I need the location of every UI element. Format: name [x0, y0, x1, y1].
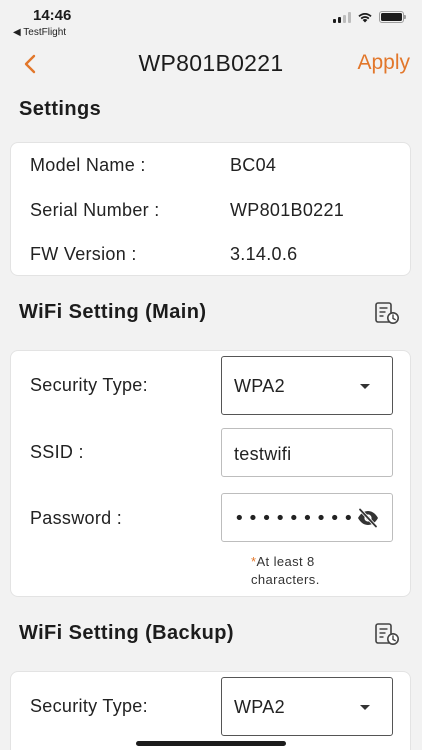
model-name-label: Model Name : — [30, 155, 146, 175]
security-type-label: Security Type: — [30, 375, 148, 395]
hint-line-1: At least 8 — [256, 554, 315, 569]
battery-icon — [379, 11, 406, 23]
history-list-icon[interactable] — [374, 622, 400, 646]
wifi-icon — [358, 13, 372, 23]
ssid-value: testwifi — [234, 444, 292, 464]
wifi-backup-section-title: WiFi Setting (Backup) — [19, 622, 234, 644]
security-type-select[interactable]: WPA2 — [221, 356, 393, 415]
wifi-main-section-title: WiFi Setting (Main) — [19, 301, 207, 323]
password-value: ••••••••• — [234, 508, 357, 529]
settings-section-title: Settings — [19, 98, 102, 120]
eye-off-icon[interactable] — [356, 507, 380, 529]
wifi-main-card: Security Type: WPA2 SSID : testwifi Pass… — [10, 350, 411, 597]
password-hint: *At least 8 characters. — [251, 553, 320, 589]
fw-version-label: FW Version : — [30, 244, 137, 264]
backup-security-type-label: Security Type: — [30, 696, 148, 716]
serial-number-label: Serial Number : — [30, 200, 160, 220]
backup-security-type-select[interactable]: WPA2 — [221, 677, 393, 736]
status-time: 14:46 — [33, 7, 72, 24]
chevron-down-icon — [360, 705, 370, 710]
model-name-value: BC04 — [230, 155, 277, 175]
ssid-input[interactable]: testwifi — [221, 428, 393, 477]
home-indicator — [136, 741, 286, 746]
fw-version-value: 3.14.0.6 — [230, 244, 298, 264]
signal-icon — [333, 11, 351, 23]
password-input[interactable]: ••••••••• — [221, 493, 393, 542]
wifi-backup-card: Security Type: WPA2 — [10, 671, 411, 750]
hint-line-2: characters. — [251, 572, 320, 587]
password-label: Password : — [30, 508, 123, 528]
nav-bar: WP801B0221 Apply — [0, 44, 422, 86]
ssid-label: SSID : — [30, 442, 84, 462]
serial-number-value: WP801B0221 — [230, 200, 345, 220]
history-list-icon[interactable] — [374, 301, 400, 325]
testflight-back-link[interactable]: ◀ TestFlight — [13, 27, 66, 38]
apply-button[interactable]: Apply — [357, 51, 410, 75]
status-icons — [333, 11, 406, 23]
chevron-down-icon — [360, 384, 370, 389]
device-info-card: Model Name : BC04 Serial Number : WP801B… — [10, 142, 411, 276]
backup-security-type-value: WPA2 — [234, 697, 285, 717]
status-bar: 14:46 ◀ TestFlight — [0, 0, 422, 44]
security-type-value: WPA2 — [234, 376, 285, 396]
